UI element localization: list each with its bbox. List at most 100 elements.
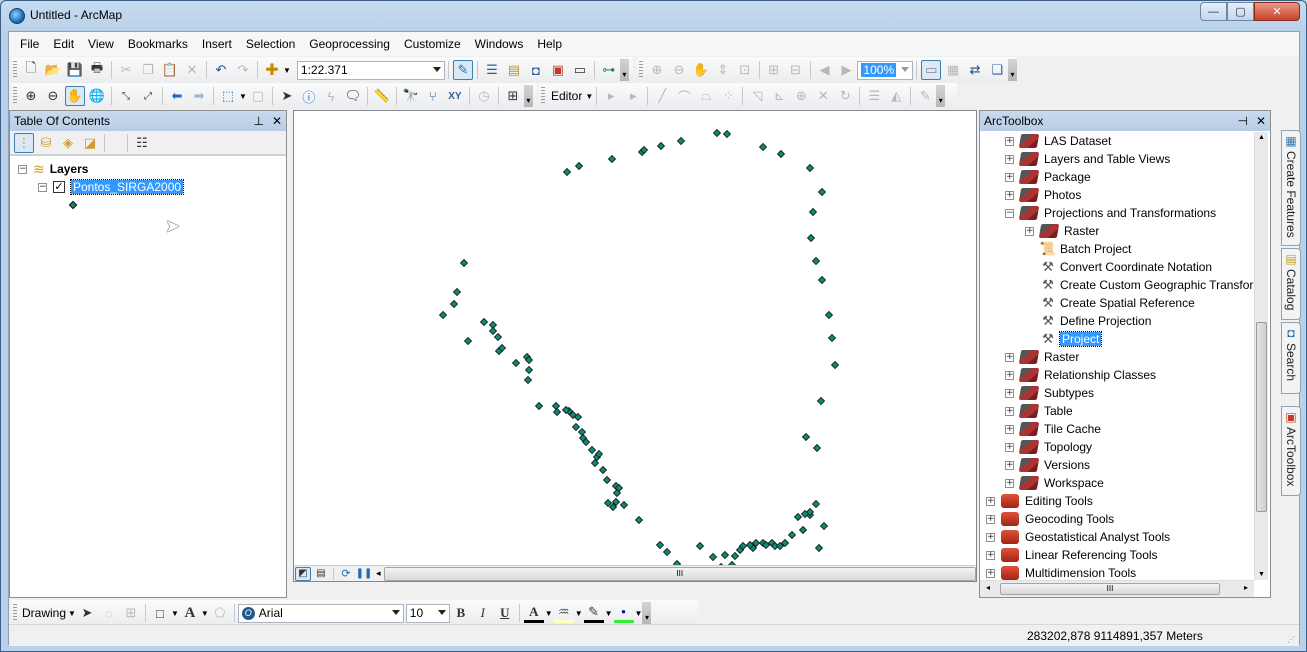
- full-extent-icon[interactable]: 🌐: [87, 86, 107, 106]
- underline-button[interactable]: U: [495, 603, 515, 623]
- map-point[interactable]: [511, 358, 521, 368]
- attributes-icon[interactable]: ☰: [864, 86, 884, 106]
- rectangle-icon[interactable]: □: [150, 603, 170, 623]
- scroll-down-icon[interactable]: ▼: [1258, 571, 1265, 578]
- sketch-properties-icon[interactable]: ◭: [886, 86, 906, 106]
- map-point[interactable]: [811, 256, 821, 266]
- scroll-right-icon[interactable]: ▸: [1244, 583, 1248, 592]
- focus-data-frame-icon[interactable]: ▦: [943, 60, 963, 80]
- toolbox-item[interactable]: ⚒ Create Custom Geographic Transform: [1040, 276, 1263, 294]
- arctoolbox-vertical-scrollbar[interactable]: ▲ ▼: [1254, 132, 1268, 580]
- map-canvas[interactable]: [294, 111, 976, 581]
- modelbuilder-icon[interactable]: ⊶: [599, 60, 619, 80]
- map-point[interactable]: [523, 375, 533, 385]
- menu-file[interactable]: File: [13, 32, 46, 56]
- select-elements-icon[interactable]: ➤: [77, 603, 97, 623]
- font-color-icon[interactable]: A: [523, 603, 544, 623]
- menu-windows[interactable]: Windows: [468, 32, 531, 56]
- toolbox-item[interactable]: ⚒ Convert Coordinate Notation: [1040, 258, 1212, 276]
- map-point[interactable]: [598, 465, 608, 475]
- scroll-thumb[interactable]: III: [1000, 583, 1220, 595]
- expand-icon[interactable]: +: [986, 532, 995, 542]
- map-point[interactable]: [551, 401, 561, 411]
- time-slider-icon[interactable]: ◷: [474, 86, 494, 106]
- map-point[interactable]: [817, 275, 827, 285]
- toolbox-item[interactable]: 📜 Batch Project: [1040, 240, 1131, 258]
- layout-fixed-zoom-in-icon[interactable]: ⊞: [764, 60, 784, 80]
- find-route-icon[interactable]: ⑂: [423, 86, 443, 106]
- map-point[interactable]: [814, 543, 824, 553]
- font-combo[interactable]: O Arial: [237, 603, 404, 623]
- toolbox-item[interactable]: ⚒ Create Spatial Reference: [1040, 294, 1195, 312]
- map-view[interactable]: ◩ ▤ ⟳ ❚❚ ◂ III: [293, 110, 977, 582]
- cut-icon[interactable]: ✂: [116, 60, 136, 80]
- toolbox-item[interactable]: + Geocoding Tools: [986, 510, 1114, 528]
- expand-icon[interactable]: +: [1005, 154, 1014, 164]
- pan-icon[interactable]: ✋: [65, 86, 85, 106]
- cut-polygons-icon[interactable]: ⊕: [791, 86, 811, 106]
- html-popup-icon[interactable]: 🗨: [343, 86, 363, 106]
- end-point-arc-icon[interactable]: ⌒: [674, 86, 694, 106]
- data-view-icon[interactable]: ◩: [295, 566, 311, 581]
- new-document-icon[interactable]: 🗋: [21, 60, 41, 80]
- menu-customize[interactable]: Customize: [397, 32, 468, 56]
- pause-drawing-icon[interactable]: ❚❚: [356, 567, 373, 581]
- map-point[interactable]: [655, 540, 665, 550]
- expand-icon[interactable]: +: [1005, 460, 1014, 470]
- toolbox-item[interactable]: + LAS Dataset: [1005, 132, 1111, 150]
- measure-icon[interactable]: 📏: [372, 86, 392, 106]
- map-point[interactable]: [720, 550, 730, 560]
- collapse-icon[interactable]: −: [38, 182, 47, 192]
- close-button[interactable]: ✕: [1254, 2, 1300, 21]
- list-by-drawing-order-icon[interactable]: ⋮: [14, 132, 34, 153]
- map-point[interactable]: [493, 332, 503, 342]
- map-point[interactable]: [607, 154, 617, 164]
- expand-icon[interactable]: +: [1005, 424, 1014, 434]
- marker-color-dropdown-icon[interactable]: ▼: [635, 609, 643, 618]
- toolbox-item[interactable]: + Editing Tools: [986, 492, 1093, 510]
- fill-color-icon[interactable]: ♒: [553, 603, 574, 623]
- map-point[interactable]: [811, 499, 821, 509]
- menu-bookmarks[interactable]: Bookmarks: [121, 32, 195, 56]
- select-dropdown-icon[interactable]: ▼: [239, 92, 247, 101]
- toolbox-item[interactable]: + Raster: [1005, 348, 1079, 366]
- expand-icon[interactable]: +: [1005, 136, 1014, 146]
- map-point[interactable]: [449, 299, 459, 309]
- toolbar-overflow-icon[interactable]: ▾: [1008, 59, 1017, 81]
- copy-icon[interactable]: ❐: [138, 60, 158, 80]
- scroll-thumb[interactable]: [1256, 322, 1267, 512]
- toolbox-item[interactable]: + Tile Cache: [1005, 420, 1101, 438]
- toolbox-item[interactable]: + Relationship Classes: [1005, 366, 1156, 384]
- open-folder-icon[interactable]: 📂: [43, 60, 63, 80]
- toolbox-item[interactable]: + Table: [1005, 402, 1073, 420]
- map-point[interactable]: [712, 128, 722, 138]
- undo-icon[interactable]: ↶: [211, 60, 231, 80]
- layout-fixed-zoom-out-icon[interactable]: ⊟: [786, 60, 806, 80]
- toolbar-overflow-icon[interactable]: ▾: [523, 85, 533, 107]
- scroll-left-icon[interactable]: ◂: [986, 583, 990, 592]
- refresh-icon[interactable]: ⟳: [338, 567, 354, 581]
- fixed-zoom-in-icon[interactable]: ⤡: [116, 86, 136, 106]
- close-panel-icon[interactable]: ✕: [272, 111, 282, 131]
- identify-icon[interactable]: ⓘ: [299, 86, 319, 106]
- map-point[interactable]: [798, 525, 808, 535]
- toolbox-item[interactable]: ⚒ Project: [1040, 330, 1103, 348]
- paste-icon[interactable]: 📋: [160, 60, 180, 80]
- toolbox-item[interactable]: ⚒ Define Projection: [1040, 312, 1151, 330]
- map-point[interactable]: [817, 187, 827, 197]
- line-color-dropdown-icon[interactable]: ▼: [605, 609, 613, 618]
- zoom-in-icon[interactable]: ⊕: [21, 86, 41, 106]
- map-point[interactable]: [602, 475, 612, 485]
- clear-selection-icon[interactable]: ▢: [248, 86, 268, 106]
- expand-icon[interactable]: +: [986, 550, 995, 560]
- zoom-to-elements-icon[interactable]: ⊞: [121, 603, 141, 623]
- font-color-dropdown-icon[interactable]: ▼: [545, 609, 553, 618]
- arctoolbox-horizontal-scrollbar[interactable]: ◂ III ▸: [980, 580, 1254, 597]
- scroll-up-icon[interactable]: ▲: [1258, 134, 1265, 141]
- select-elements-icon[interactable]: ➤: [277, 86, 297, 106]
- print-icon[interactable]: 🖶: [87, 60, 107, 80]
- arctoolbox-window-icon[interactable]: ▣: [548, 60, 568, 80]
- drawing-dropdown-icon[interactable]: ▼: [68, 609, 76, 618]
- map-point[interactable]: [805, 163, 815, 173]
- create-features-icon[interactable]: ✎: [915, 86, 935, 106]
